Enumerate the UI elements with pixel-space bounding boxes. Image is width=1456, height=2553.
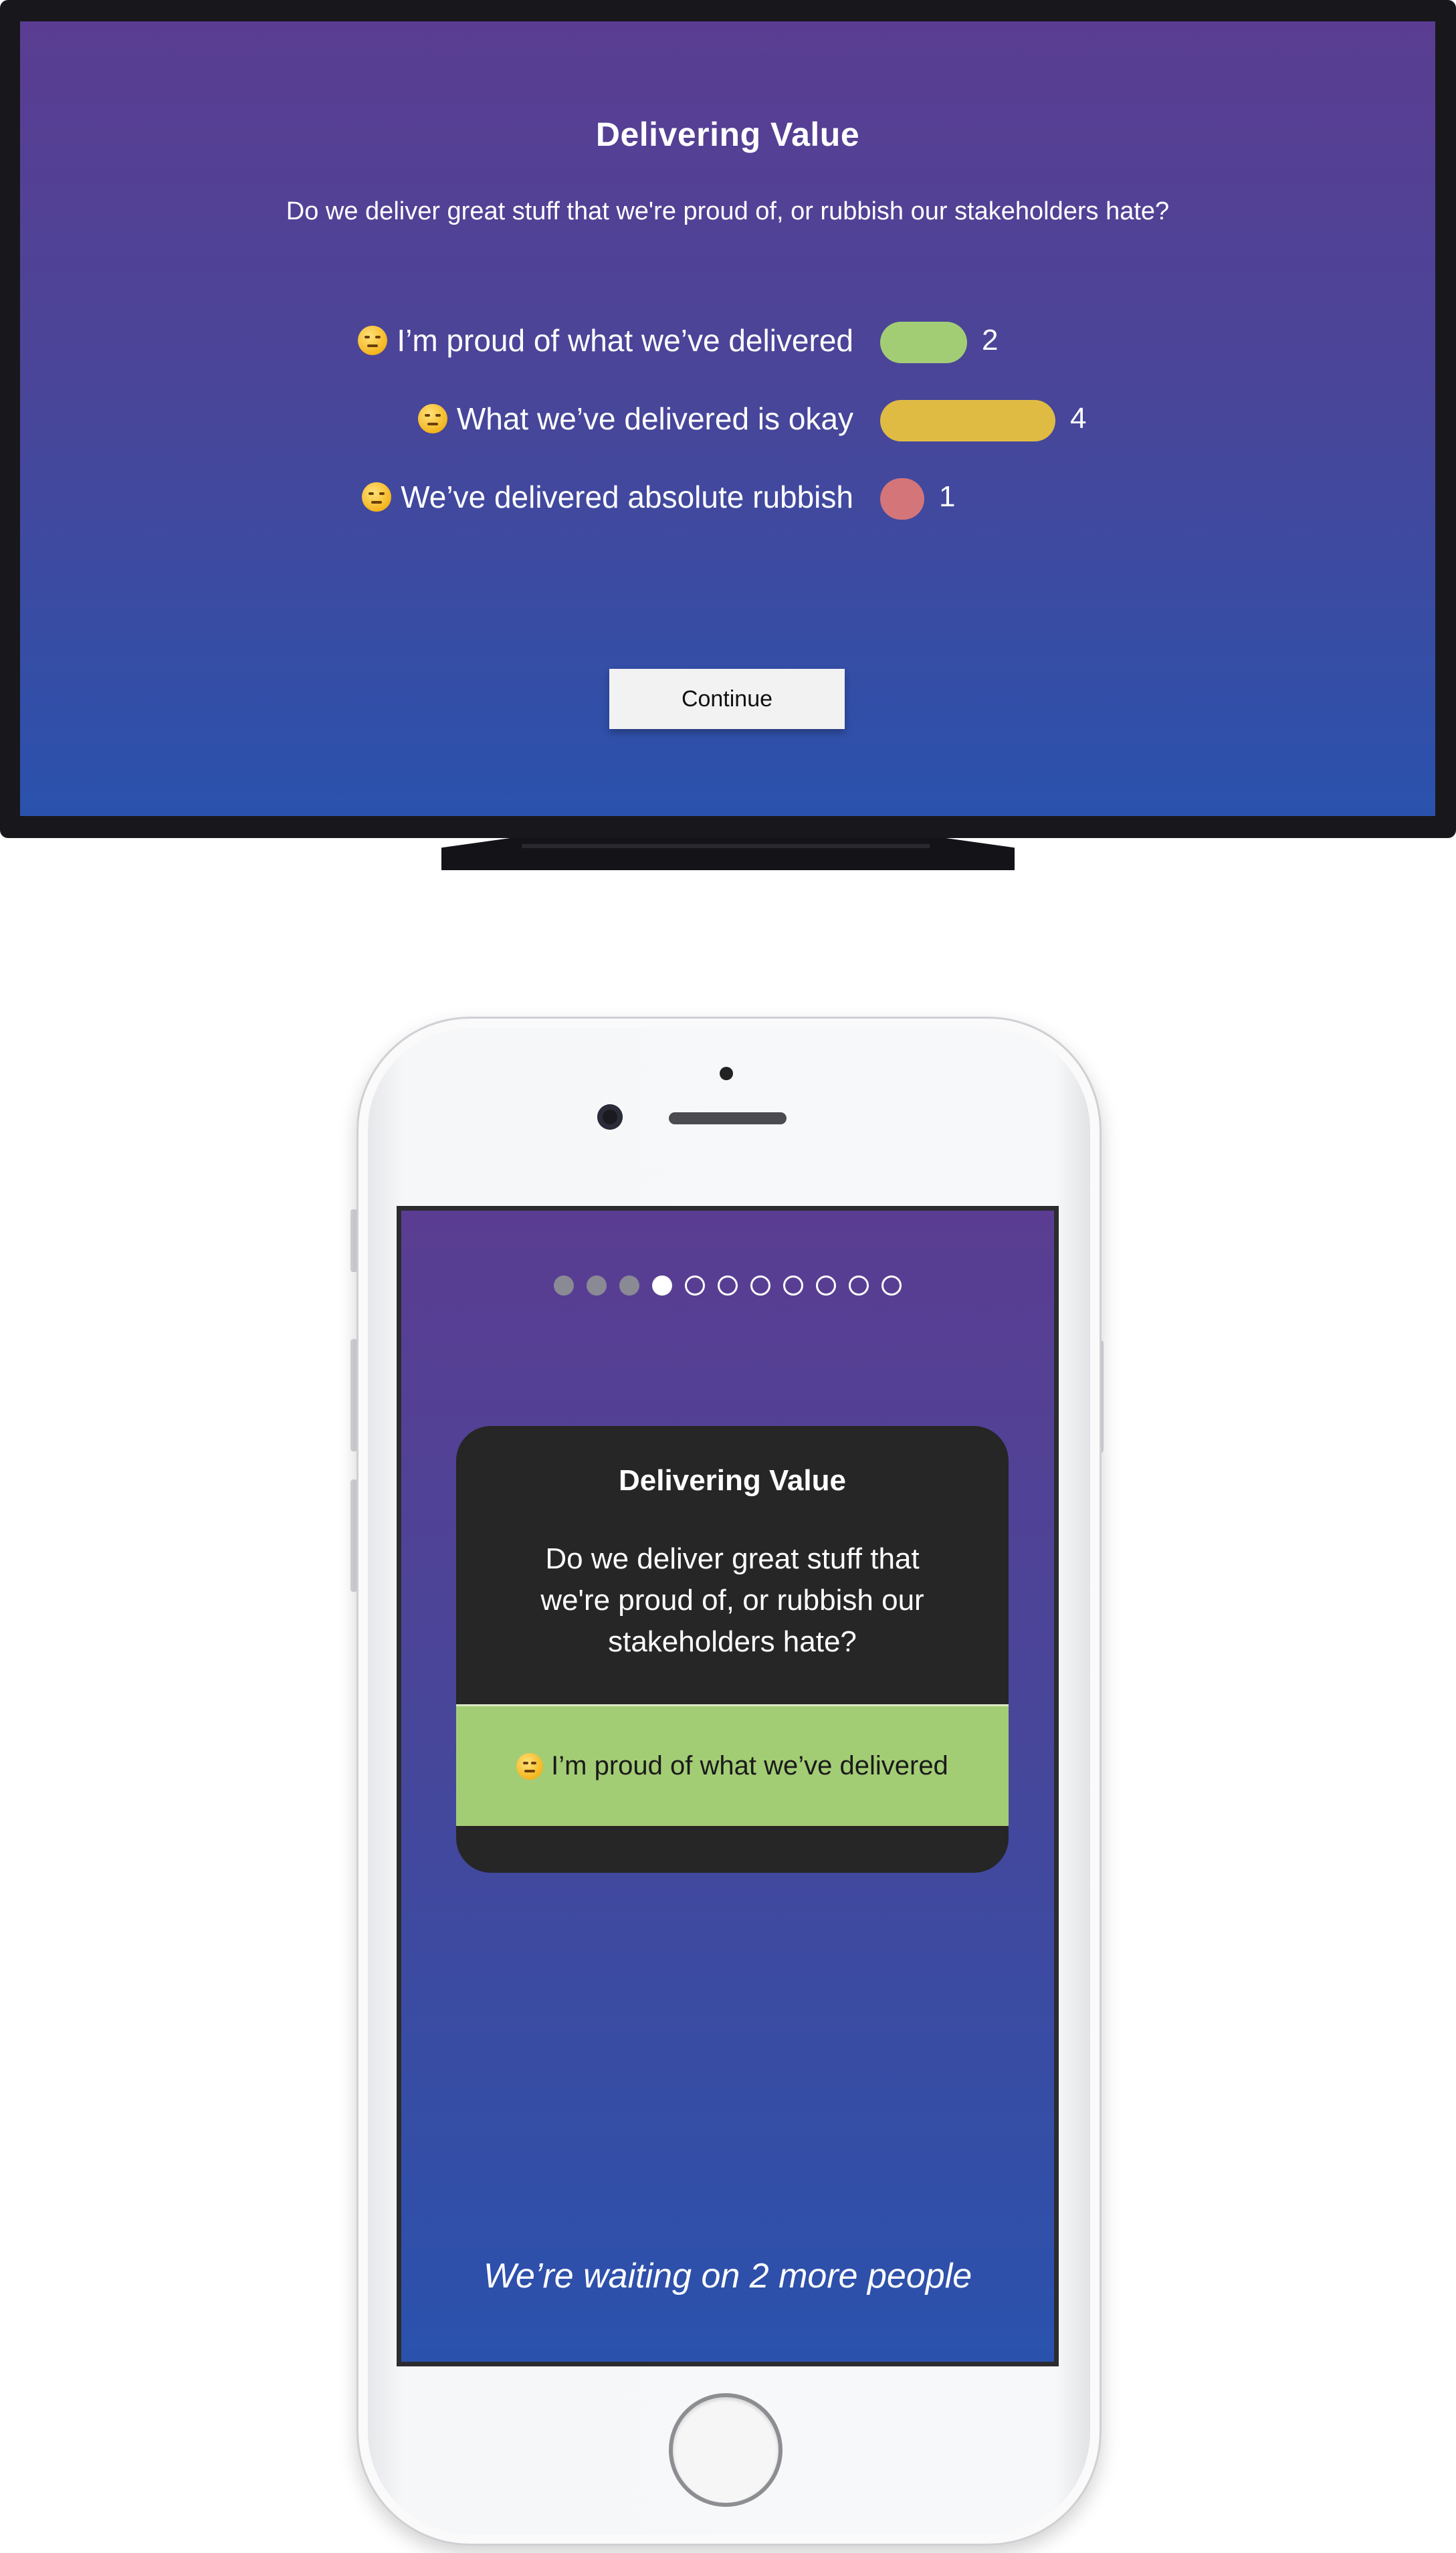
- result-bar: [880, 478, 924, 520]
- continue-button[interactable]: Continue: [609, 669, 845, 729]
- relieved-face-emoji-icon: [516, 1752, 544, 1780]
- progress-dot: [750, 1275, 770, 1296]
- progress-dot: [587, 1275, 607, 1296]
- result-label: We’ve delivered absolute rubbish: [362, 474, 853, 520]
- selected-answer-button[interactable]: I’m proud of what we’ve delivered: [456, 1704, 1009, 1826]
- progress-dot: [816, 1275, 836, 1296]
- result-count: 1: [939, 480, 956, 513]
- home-button[interactable]: [669, 2393, 783, 2507]
- phone-sensor: [720, 1067, 733, 1080]
- card-question: Do we deliver great stuff that we're pro…: [540, 1542, 924, 1658]
- result-count: 4: [1070, 402, 1087, 435]
- result-row-proud: I’m proud of what we’ve delivered 2: [20, 317, 1435, 364]
- result-count: 2: [982, 324, 999, 356]
- progress-dot: [783, 1275, 803, 1296]
- question-card: Delivering Value Do we deliver great stu…: [456, 1426, 1009, 1873]
- result-bar: [880, 400, 1055, 441]
- result-label: I’m proud of what we’ve delivered: [358, 317, 853, 364]
- card-title: Delivering Value: [619, 1464, 846, 1497]
- result-row-okay: What we’ve delivered is okay 4: [20, 395, 1435, 442]
- tv-question: Do we deliver great stuff that we're pro…: [286, 197, 1170, 225]
- relieved-face-emoji-icon: [358, 326, 388, 355]
- progress-dot: [881, 1275, 902, 1296]
- tv-screen: Delivering Value Do we deliver great stu…: [20, 21, 1435, 816]
- neutral-face-emoji-icon: [417, 404, 447, 433]
- tv-title: Delivering Value: [595, 116, 860, 153]
- progress-dot: [554, 1275, 574, 1296]
- progress-dots: [401, 1275, 1054, 1296]
- progress-dot: [718, 1275, 738, 1296]
- result-row-rubbish: We’ve delivered absolute rubbish 1: [20, 474, 1435, 520]
- phone-speaker: [669, 1112, 787, 1124]
- result-label-text: What we’ve delivered is okay: [456, 401, 853, 436]
- progress-dot: [685, 1275, 705, 1296]
- result-label-text: We’ve delivered absolute rubbish: [401, 480, 853, 514]
- progress-dot: [619, 1275, 639, 1296]
- tv-stand-detail: [522, 844, 930, 848]
- phone-front-camera: [597, 1104, 623, 1130]
- waiting-status: We’re waiting on 2 more people: [483, 2257, 972, 2295]
- selected-answer-label: I’m proud of what we’ve delivered: [551, 1751, 948, 1780]
- result-bar: [880, 322, 967, 363]
- progress-dot: [849, 1275, 869, 1296]
- tv-stand: [441, 838, 1015, 870]
- unamused-face-emoji-icon: [362, 482, 392, 512]
- result-label-text: I’m proud of what we’ve delivered: [397, 323, 853, 358]
- tv-frame: Delivering Value Do we deliver great stu…: [0, 0, 1456, 838]
- phone-screen: Delivering Value Do we deliver great stu…: [397, 1206, 1059, 2366]
- result-label: What we’ve delivered is okay: [417, 395, 853, 442]
- progress-dot-current: [652, 1275, 672, 1296]
